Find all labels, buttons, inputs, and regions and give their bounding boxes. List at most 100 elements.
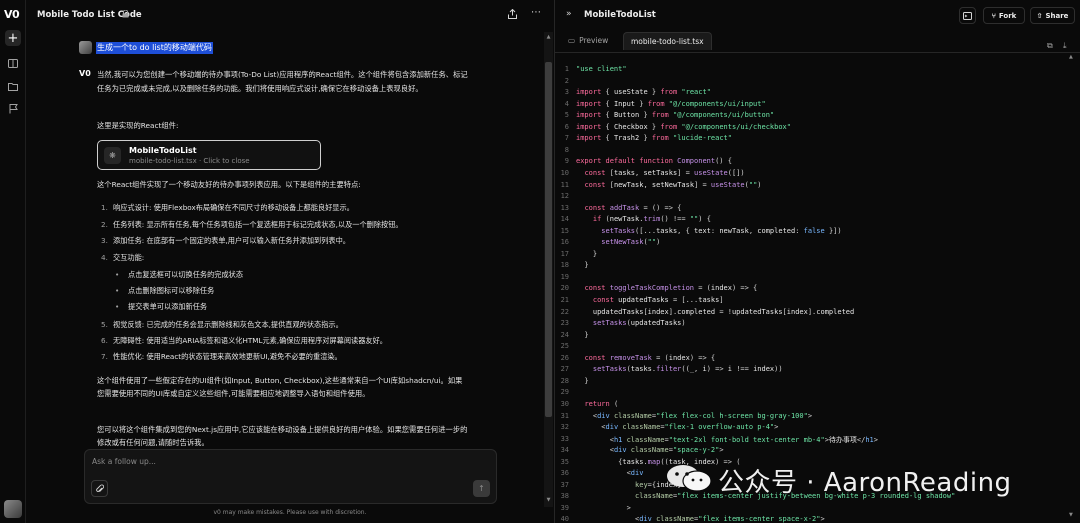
code-line[interactable]: 4 import { Input } from "@/components/ui/… bbox=[555, 100, 1080, 112]
chat-scrollbar[interactable]: ▲ ▼ bbox=[544, 32, 553, 507]
code-text: } bbox=[576, 261, 589, 270]
code-line[interactable]: 25 bbox=[555, 342, 1080, 354]
collapse-panel-icon[interactable]: » bbox=[566, 9, 572, 19]
code-line[interactable]: 10 const [tasks, setTasks] = useState([]… bbox=[555, 169, 1080, 181]
code-text: } bbox=[576, 330, 589, 339]
terminal-icon[interactable] bbox=[959, 7, 976, 24]
code-text: const removeTask = (index) => { bbox=[584, 353, 716, 362]
code-text: const updatedTasks = [...tasks] bbox=[592, 296, 724, 304]
code-scroll-down-icon[interactable]: ▼ bbox=[1069, 512, 1073, 518]
line-number: 40 bbox=[560, 515, 569, 523]
line-number: 25 bbox=[560, 342, 569, 351]
code-line[interactable]: 19 bbox=[555, 273, 1080, 285]
code-line[interactable]: 20 const toggleTaskCompletion = (index) … bbox=[555, 284, 1080, 296]
code-line[interactable]: 7 import { Trash2 } from "lucide-react" bbox=[555, 134, 1080, 146]
line-number: 13 bbox=[560, 203, 569, 212]
code-line[interactable]: 27 setTasks(tasks.filter((_, i) => i !==… bbox=[555, 365, 1080, 377]
code-line[interactable]: 15 setTasks([...tasks, { text: newTask, … bbox=[555, 227, 1080, 239]
code-line[interactable]: 22 updatedTasks[index].completed = !upda… bbox=[555, 308, 1080, 320]
code-line[interactable]: 2 bbox=[555, 77, 1080, 89]
code-line[interactable]: 31 <div className="flex flex-col h-scree… bbox=[555, 412, 1080, 424]
flag-icon[interactable] bbox=[5, 101, 21, 117]
code-line[interactable]: 40 <div className="flex items-center spa… bbox=[555, 515, 1080, 523]
code-text: import { useState } from "react" bbox=[576, 88, 711, 97]
code-line[interactable]: 11 const [newTask, setNewTask] = useStat… bbox=[555, 181, 1080, 193]
code-line[interactable]: 1 "use client" bbox=[555, 65, 1080, 77]
code-line[interactable]: 28 } bbox=[555, 377, 1080, 389]
book-icon[interactable] bbox=[5, 55, 21, 71]
follow-up-placeholder[interactable]: Ask a follow up... bbox=[92, 457, 156, 466]
code-line[interactable]: 33 <h1 className="text-2xl font-bold tex… bbox=[555, 435, 1080, 447]
folder-icon[interactable] bbox=[5, 78, 21, 94]
line-number: 9 bbox=[564, 157, 569, 166]
code-line[interactable]: 24 } bbox=[555, 331, 1080, 343]
tab-preview[interactable]: ▭ Preview bbox=[568, 36, 608, 45]
watermark: 公众号 · AaronReading bbox=[666, 460, 1056, 498]
code-text: return ( bbox=[584, 399, 619, 408]
fork-button[interactable]: ⑂ Fork bbox=[983, 7, 1025, 24]
list-number: 5. bbox=[101, 320, 108, 329]
icon-rail: V0 + bbox=[0, 0, 26, 523]
code-line[interactable]: 6 import { Checkbox } from "@/components/… bbox=[555, 123, 1080, 135]
code-line[interactable]: 13 const addTask = () => { bbox=[555, 204, 1080, 216]
line-number: 8 bbox=[564, 145, 569, 154]
code-scroll-up-icon[interactable]: ▲ bbox=[1069, 54, 1073, 60]
follow-up-input[interactable]: Ask a follow up... ↑ bbox=[84, 449, 497, 504]
code-pane: » MobileTodoList ⑂ Fork ⇧ Share ▭ Preview… bbox=[555, 0, 1080, 523]
code-line[interactable]: 39 > bbox=[555, 504, 1080, 516]
list-number: 3. bbox=[101, 236, 108, 245]
code-line[interactable]: 32 <div className="flex-1 overflow-auto … bbox=[555, 423, 1080, 435]
scroll-up-arrow-icon[interactable]: ▲ bbox=[544, 32, 553, 42]
code-line[interactable]: 18 } bbox=[555, 261, 1080, 273]
v0-logo[interactable]: V0 bbox=[4, 8, 20, 21]
attach-icon[interactable] bbox=[91, 480, 108, 497]
code-text: <h1 className="text-2xl font-bold text-c… bbox=[576, 435, 878, 444]
code-line[interactable]: 21 const updatedTasks = [...tasks] bbox=[555, 296, 1080, 308]
code-line[interactable]: 8 bbox=[555, 146, 1080, 158]
code-line[interactable]: 16 setNewTask("") bbox=[555, 238, 1080, 250]
code-line[interactable]: 9 export default function Component() { bbox=[555, 157, 1080, 169]
code-line[interactable]: 26 const removeTask = (index) => { bbox=[555, 354, 1080, 366]
send-arrow-icon[interactable]: ↑ bbox=[473, 480, 490, 497]
scroll-thumb[interactable] bbox=[545, 62, 552, 417]
share-button[interactable]: ⇧ Share bbox=[1030, 7, 1075, 24]
code-line[interactable]: 30 return ( bbox=[555, 400, 1080, 412]
share-icon[interactable] bbox=[508, 8, 517, 22]
code-line[interactable]: 3 import { useState } from "react" bbox=[555, 88, 1080, 100]
code-editor[interactable]: 1 "use client" 2 3 import { useState } from … bbox=[555, 52, 1080, 523]
file-card[interactable]: ❋ MobileTodoList mobile-todo-list.tsx · … bbox=[97, 140, 321, 170]
sub-list-text: 点击删除图标可以移除任务 bbox=[128, 286, 215, 295]
line-number: 1 bbox=[564, 65, 569, 73]
more-options-icon[interactable]: ⋯ bbox=[531, 7, 541, 18]
line-number: 28 bbox=[560, 376, 569, 385]
line-number: 7 bbox=[564, 134, 569, 143]
code-text: setTasks(tasks.filter((_, i) => i !== in… bbox=[592, 365, 783, 374]
user-avatar[interactable] bbox=[4, 500, 22, 518]
code-line[interactable]: 14 if (newTask.trim() !== "") { bbox=[555, 215, 1080, 227]
tab-code-file[interactable]: mobile-todo-list.tsx bbox=[623, 32, 712, 50]
code-line[interactable]: 23 setTasks(updatedTasks) bbox=[555, 319, 1080, 331]
plus-icon[interactable]: + bbox=[5, 30, 21, 46]
wechat-logo-icon bbox=[667, 465, 712, 492]
code-text: const [tasks, setTasks] = useState([]) bbox=[584, 168, 745, 177]
code-text: <div bbox=[576, 469, 644, 478]
list-text: 性能优化: 使用React的状态管理来高效地更新UI,避免不必要的重渲染。 bbox=[113, 352, 342, 361]
code-text: if (newTask.trim() !== "") { bbox=[592, 215, 711, 224]
disclaimer: v0 may make mistakes. Please use with di… bbox=[213, 509, 367, 516]
code-line[interactable]: 17 } bbox=[555, 250, 1080, 262]
copy-icon[interactable]: ⧉ bbox=[1047, 41, 1053, 51]
download-icon[interactable]: ⤓ bbox=[1063, 41, 1067, 51]
code-line[interactable]: 34 <div className="space-y-2"> bbox=[555, 446, 1080, 458]
code-text: <div className="space-y-2"> bbox=[576, 446, 724, 455]
code-text: <div className="flex items-center space-… bbox=[576, 515, 825, 523]
scroll-down-arrow-icon[interactable]: ▼ bbox=[544, 495, 553, 505]
code-line[interactable]: 5 import { Button } from "@/components/ui… bbox=[555, 111, 1080, 123]
code-line[interactable]: 29 bbox=[555, 388, 1080, 400]
line-number: 34 bbox=[560, 446, 569, 455]
share-upload-icon: ⇧ bbox=[1036, 11, 1043, 20]
user-message-avatar bbox=[79, 41, 92, 54]
line-number: 20 bbox=[560, 284, 569, 293]
code-line[interactable]: 12 bbox=[555, 192, 1080, 204]
response-ui-note: 这个组件使用了一些假定存在的UI组件(如Input, Button, Check… bbox=[97, 376, 463, 398]
list-text: 无障碍性: 使用适当的ARIA标签和语义化HTML元素,确保应用程序对屏幕阅读器… bbox=[113, 336, 387, 345]
